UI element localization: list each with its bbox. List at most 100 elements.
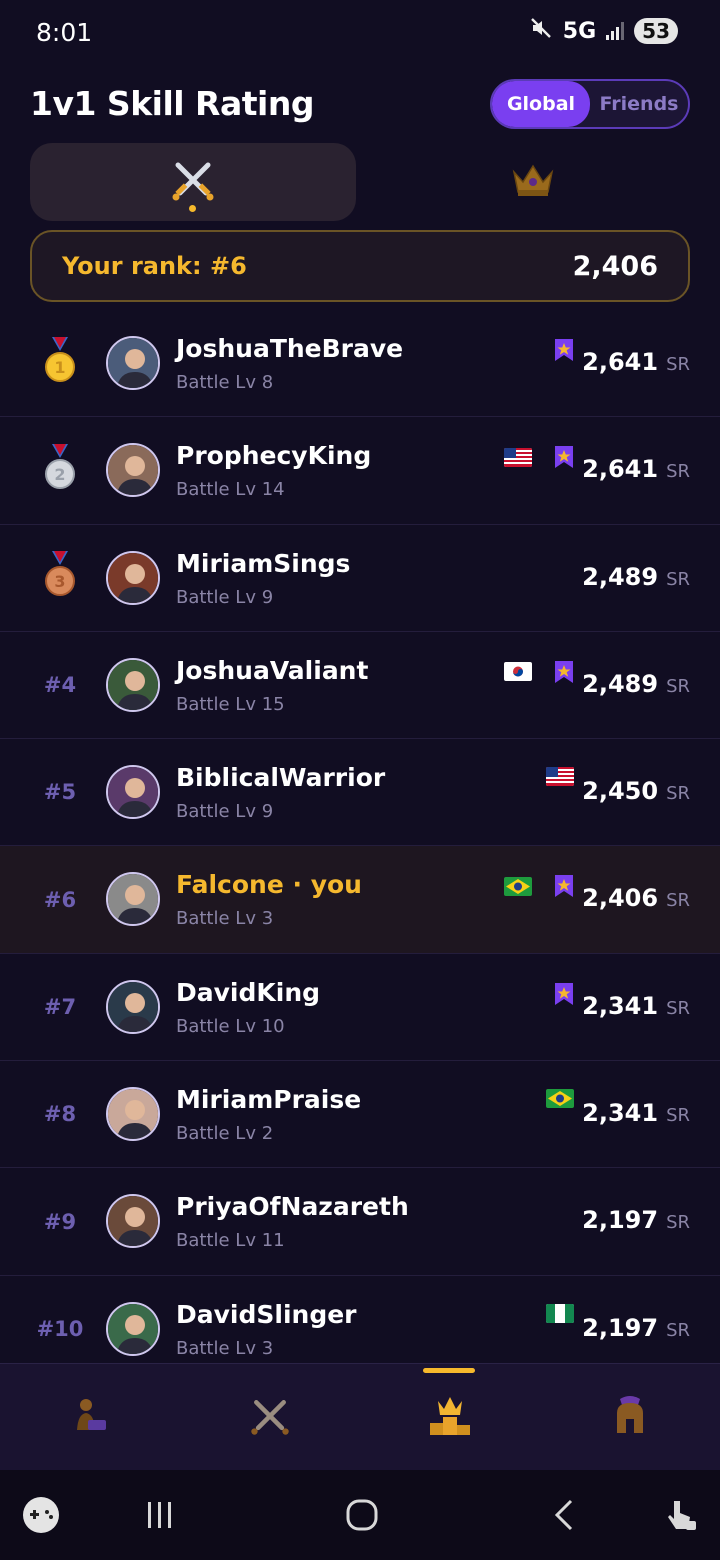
player-level: Battle Lv 14 xyxy=(176,479,285,501)
table-row[interactable]: 1 JoshuaTheBrave Battle Lv 8 2,641 SR xyxy=(0,310,720,418)
score-unit: SR xyxy=(666,568,690,590)
player-score: 2,341 SR xyxy=(582,992,690,1020)
tab-crown[interactable] xyxy=(375,143,690,221)
back-button[interactable] xyxy=(524,1470,604,1560)
player-level: Battle Lv 11 xyxy=(176,1230,285,1252)
score-unit: SR xyxy=(666,1105,690,1127)
player-name[interactable]: MiriamSings xyxy=(176,549,350,578)
player-name[interactable]: PriyaOfNazareth xyxy=(176,1192,409,1221)
network-label: 5G xyxy=(562,18,597,44)
score-value: 2,489 xyxy=(582,562,659,591)
player-score: 2,641 SR xyxy=(582,348,690,376)
table-row[interactable]: 3 MiriamSings Battle Lv 9 2,489 SR xyxy=(0,525,720,632)
page-title: 1v1 Skill Rating xyxy=(30,84,314,123)
table-row[interactable]: #4 JoshuaValiant Battle Lv 15 2,489 SR xyxy=(0,632,720,740)
spartan-helmet-icon xyxy=(612,1395,648,1441)
table-row-current-user[interactable]: #6 Falcone · you Battle Lv 3 2,406 SR xyxy=(0,846,720,954)
player-name[interactable]: DavidSlinger xyxy=(176,1300,357,1329)
avatar[interactable] xyxy=(106,872,160,927)
avatar[interactable] xyxy=(106,550,160,605)
table-row[interactable]: #5 BiblicalWarrior Battle Lv 9 2,450 SR xyxy=(0,739,720,847)
score-value: 2,406 xyxy=(582,884,659,913)
flag-br-icon xyxy=(546,1089,574,1109)
score-value: 2,489 xyxy=(582,669,659,698)
table-row[interactable]: #10 DavidSlinger Battle Lv 3 2,197 SR xyxy=(0,1276,720,1363)
player-score: 2,197 SR xyxy=(582,1206,690,1234)
player-level: Battle Lv 15 xyxy=(176,693,285,715)
mute-icon xyxy=(529,16,553,46)
status-time: 8:01 xyxy=(36,18,93,47)
nav-leaderboard[interactable] xyxy=(360,1364,540,1471)
player-name[interactable]: JoshuaTheBrave xyxy=(176,334,403,363)
tab-battle[interactable] xyxy=(30,143,356,221)
table-row[interactable]: 2 ProphecyKing Battle Lv 14 2,641 SR xyxy=(0,417,720,525)
score-value: 2,197 xyxy=(582,1313,659,1342)
your-rank-label: Your rank: #6 xyxy=(62,252,247,280)
game-launcher-icon[interactable] xyxy=(14,1470,68,1560)
player-score: 2,197 SR xyxy=(582,1314,690,1342)
player-name[interactable]: MiriamPraise xyxy=(176,1085,361,1114)
player-flags xyxy=(504,660,574,684)
table-row[interactable]: #9 PriyaOfNazareth Battle Lv 11 2,197 SR xyxy=(0,1168,720,1276)
friends-toggle-button[interactable]: Friends xyxy=(590,81,688,127)
rank-number: #8 xyxy=(43,1102,77,1127)
player-name[interactable]: DavidKing xyxy=(176,978,320,1007)
flag-br-icon xyxy=(504,876,532,896)
score-value: 2,197 xyxy=(582,1206,659,1235)
player-level: Battle Lv 2 xyxy=(176,1123,274,1145)
player-flags xyxy=(546,1303,574,1323)
player-flags xyxy=(554,338,574,362)
player-flags xyxy=(504,445,574,469)
player-score: 2,489 SR xyxy=(582,563,690,591)
table-row[interactable]: #8 MiriamPraise Battle Lv 2 2,341 SR xyxy=(0,1061,720,1169)
player-name[interactable]: BiblicalWarrior xyxy=(176,763,385,792)
nav-study[interactable] xyxy=(0,1364,180,1471)
player-level: Battle Lv 3 xyxy=(176,1337,274,1359)
player-score: 2,489 SR xyxy=(582,670,690,698)
global-toggle-button[interactable]: Global xyxy=(492,81,590,127)
bronze-medal-icon: 3 xyxy=(43,551,77,604)
player-level: Battle Lv 8 xyxy=(176,372,274,393)
status-bar: 8:01 5G 53 xyxy=(0,0,720,68)
avatar[interactable] xyxy=(106,443,160,498)
avatar[interactable] xyxy=(106,1194,160,1249)
crossed-swords-icon xyxy=(170,157,216,207)
rank-number: 1 xyxy=(54,358,65,377)
flag-kr-icon xyxy=(504,662,532,682)
score-value: 2,341 xyxy=(582,1099,659,1128)
rank-number: #7 xyxy=(43,994,77,1019)
rank-number: #4 xyxy=(43,673,77,698)
premium-badge-icon xyxy=(554,982,574,1006)
accessibility-touch-icon[interactable] xyxy=(650,1470,710,1560)
score-unit: SR xyxy=(666,1319,690,1341)
nav-profile[interactable] xyxy=(540,1364,720,1471)
player-score: 2,341 SR xyxy=(582,1099,690,1127)
player-level: Battle Lv 10 xyxy=(176,1015,285,1037)
avatar[interactable] xyxy=(106,1301,160,1356)
tab-active-dot xyxy=(189,205,196,212)
premium-badge-icon xyxy=(554,874,574,898)
avatar[interactable] xyxy=(106,1087,160,1142)
avatar[interactable] xyxy=(106,657,160,712)
player-name[interactable]: ProphecyKing xyxy=(176,441,371,470)
leaderboard-list[interactable]: 1 JoshuaTheBrave Battle Lv 8 2,641 SR 2 … xyxy=(0,310,720,1363)
crown-icon xyxy=(511,162,555,202)
player-level: Battle Lv 9 xyxy=(176,801,274,823)
your-rank-score: 2,406 xyxy=(572,250,658,282)
nav-battle[interactable] xyxy=(180,1364,360,1471)
rank-medal: 3 xyxy=(20,525,100,631)
player-name[interactable]: JoshuaValiant xyxy=(176,656,368,685)
home-button[interactable] xyxy=(322,1470,402,1560)
recents-button[interactable] xyxy=(120,1470,200,1560)
flag-us-icon xyxy=(504,447,532,467)
gold-medal-icon: 1 xyxy=(43,336,77,390)
crown-podium-icon xyxy=(427,1395,473,1441)
avatar[interactable] xyxy=(106,765,160,820)
rank-medal: 1 xyxy=(20,310,100,416)
avatar[interactable] xyxy=(106,336,160,390)
avatar[interactable] xyxy=(106,979,160,1034)
reading-person-icon xyxy=(70,1396,110,1440)
player-name[interactable]: Falcone · you xyxy=(176,870,362,899)
table-row[interactable]: #7 DavidKing Battle Lv 10 2,341 SR xyxy=(0,954,720,1062)
battery-indicator: 53 xyxy=(634,18,678,44)
